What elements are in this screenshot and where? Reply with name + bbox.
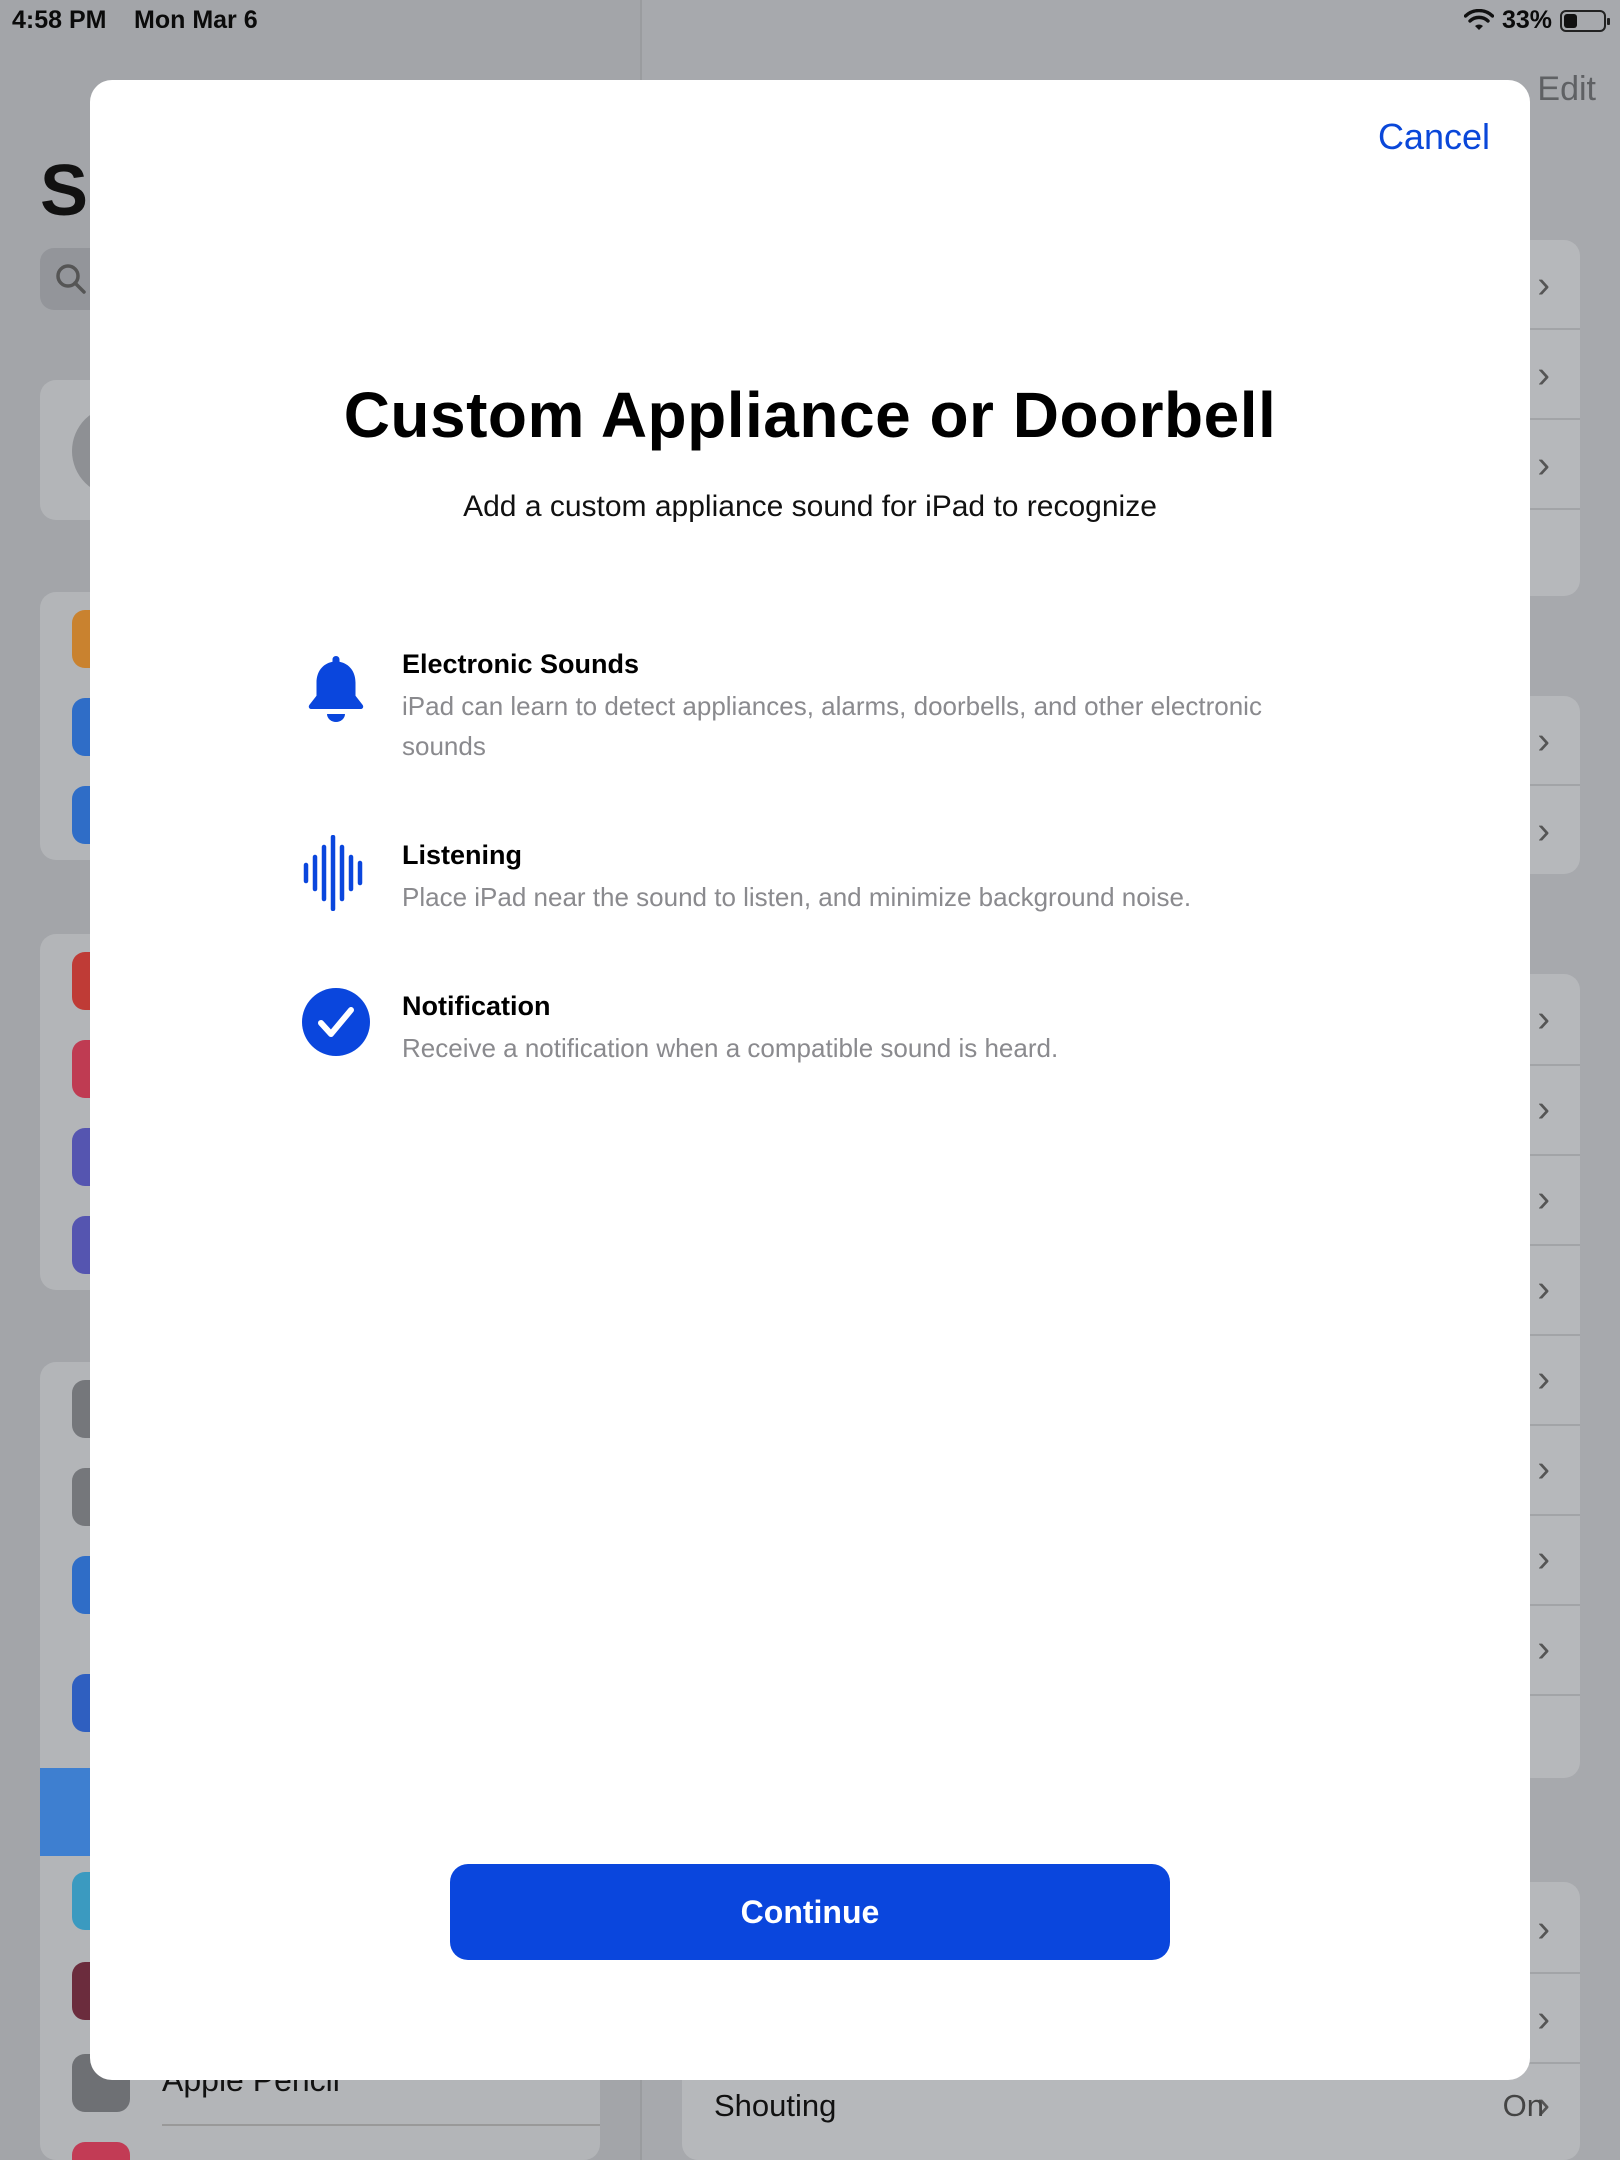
battery-percent: 33% <box>1501 6 1552 34</box>
continue-button[interactable]: Continue <box>450 1864 1170 1960</box>
bell-icon <box>300 650 372 730</box>
feature-text: Electronic Sounds iPad can learn to dete… <box>402 646 1330 766</box>
chevron-right-icon: › <box>1537 444 1550 486</box>
feature-notification: Notification Receive a notification when… <box>300 988 1330 1078</box>
wifi-signal-icon <box>1463 8 1494 30</box>
search-icon <box>56 264 86 294</box>
feature-description: iPad can learn to detect appliances, ala… <box>402 691 1262 761</box>
cancel-button[interactable]: Cancel <box>1378 116 1490 158</box>
status-date: Mon Mar 6 <box>134 6 258 34</box>
feature-text: Listening Place iPad near the sound to l… <box>402 837 1330 917</box>
feature-text: Notification Receive a notification when… <box>402 988 1330 1068</box>
status-bar: 4:58 PM Mon Mar 6 33% <box>0 0 1620 40</box>
shouting-row-value: On <box>1502 2088 1544 2123</box>
chevron-right-icon: › <box>1537 1998 1550 2040</box>
feature-heading: Electronic Sounds <box>402 649 640 679</box>
feature-listening: Listening Place iPad near the sound to l… <box>300 835 1330 927</box>
waveform-icon <box>300 833 372 913</box>
chevron-right-icon: › <box>1537 1178 1550 1220</box>
feature-description: Place iPad near the sound to listen, and… <box>402 882 1192 912</box>
feature-electronic-sounds: Electronic Sounds iPad can learn to dete… <box>300 646 1330 761</box>
chevron-right-icon: › <box>1537 720 1550 762</box>
feature-heading: Listening <box>402 840 522 870</box>
chevron-right-icon: › <box>1537 1538 1550 1580</box>
sidebar-separator <box>162 2124 600 2126</box>
sheet-title: Custom Appliance or Doorbell <box>343 379 1277 451</box>
touch-id-icon <box>72 2142 130 2160</box>
chevron-right-icon: › <box>1537 1088 1550 1130</box>
chevron-right-icon: › <box>1537 810 1550 852</box>
chevron-right-icon: › <box>1537 1358 1550 1400</box>
chevron-right-icon: › <box>1537 354 1550 396</box>
status-indicators: 33% <box>1463 6 1610 35</box>
chevron-right-icon: › <box>1537 1448 1550 1490</box>
feature-heading: Notification <box>402 991 551 1021</box>
chevron-right-icon: › <box>1537 1268 1550 1310</box>
shouting-row-label: Shouting <box>714 2088 837 2123</box>
battery-icon <box>1560 9 1610 32</box>
checkmark-circle-icon <box>300 982 372 1062</box>
chevron-right-icon: › <box>1537 1908 1550 1950</box>
sheet-subtitle: Add a custom appliance sound for iPad to… <box>463 490 1157 523</box>
edit-button: Edit <box>1537 70 1596 108</box>
status-time: 4:58 PM <box>12 6 107 34</box>
chevron-right-icon: › <box>1537 264 1550 306</box>
battery-level <box>1564 13 1577 28</box>
feature-description: Receive a notification when a compatible… <box>402 1033 1059 1063</box>
chevron-right-icon: › <box>1537 998 1550 1040</box>
custom-sound-sheet: Cancel Custom Appliance or Doorbell Add … <box>90 80 1530 2080</box>
chevron-right-icon: › <box>1537 1628 1550 1670</box>
